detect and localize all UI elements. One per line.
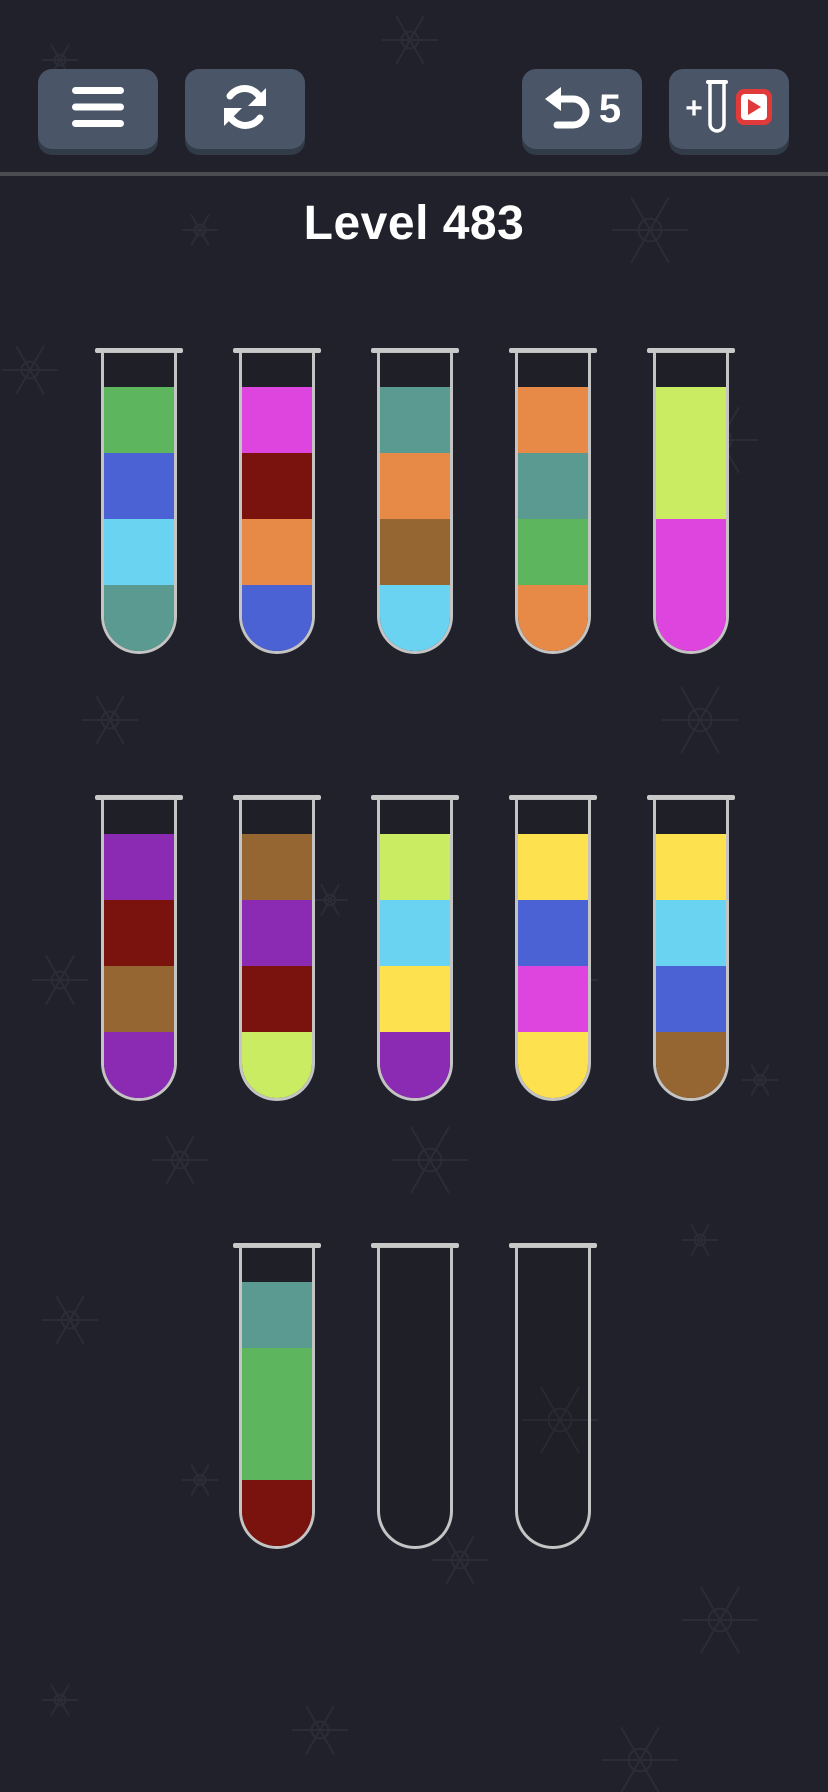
header-divider [0,172,828,176]
tube-glass [377,1247,453,1549]
liquid-segment-green [242,1414,312,1480]
tube-glass [239,352,315,654]
tube-glass [515,352,591,654]
liquid-segment-lime [656,387,726,453]
tube-glass [239,799,315,1101]
tube-8[interactable] [371,795,459,1101]
liquid-segment-yellow [518,1032,588,1098]
level-title: Level 483 [303,197,525,250]
liquid-segment-yellow [656,834,726,900]
tube-4[interactable] [509,348,597,654]
liquid-segment-yellow [380,966,450,1032]
undo-count: 5 [598,86,622,131]
liquid-segment-orange [380,453,450,519]
liquid-segment-teal [242,1282,312,1348]
liquid-segment-magenta [518,966,588,1032]
tube-12[interactable] [371,1243,459,1549]
liquid-segment-light-blue [104,519,174,585]
liquid-segment-brown [380,519,450,585]
liquid-stack [518,387,588,651]
video-ad-play-icon [735,88,773,131]
liquid-segment-lime [656,453,726,519]
game-screen: 5 + Level 483 [0,0,828,1792]
tube-1[interactable] [95,348,183,654]
tube-glass [101,352,177,654]
liquid-segment-green [242,1348,312,1414]
liquid-stack [380,834,450,1098]
tube-glass [515,799,591,1101]
liquid-segment-orange [242,519,312,585]
liquid-segment-blue [104,453,174,519]
plus-label: + [685,92,703,125]
liquid-segment-brown [242,834,312,900]
liquid-stack [656,834,726,1098]
liquid-stack [242,834,312,1098]
liquid-segment-orange [518,585,588,651]
tube-glass [515,1247,591,1549]
liquid-segment-brown [104,966,174,1032]
liquid-segment-light-blue [380,900,450,966]
restart-button[interactable] [185,69,305,149]
liquid-segment-dark-red [242,453,312,519]
tube-5[interactable] [647,348,735,654]
test-tube-icon [705,78,729,141]
tube-glass [377,352,453,654]
tube-3[interactable] [371,348,459,654]
liquid-segment-dark-red [242,966,312,1032]
restart-arrows-icon [218,80,272,139]
liquid-segment-teal [380,387,450,453]
tube-11[interactable] [233,1243,321,1549]
undo-arrow-icon [543,83,593,136]
tube-glass [653,352,729,654]
liquid-segment-light-blue [380,585,450,651]
liquid-segment-brown [656,1032,726,1098]
hamburger-menu-icon [70,85,126,134]
liquid-stack [242,1282,312,1546]
tube-7[interactable] [233,795,321,1101]
tube-10[interactable] [647,795,735,1101]
liquid-stack [242,387,312,651]
liquid-segment-purple [104,1032,174,1098]
tube-glass [239,1247,315,1549]
liquid-segment-blue [242,585,312,651]
tube-2[interactable] [233,348,321,654]
liquid-segment-blue [656,966,726,1032]
tube-13[interactable] [509,1243,597,1549]
liquid-segment-green [518,519,588,585]
liquid-segment-magenta [656,519,726,585]
liquid-segment-dark-red [104,900,174,966]
undo-button[interactable]: 5 [522,69,642,149]
add-tube-button[interactable]: + [669,69,789,149]
liquid-segment-teal [104,585,174,651]
liquid-segment-magenta [242,387,312,453]
liquid-segment-magenta [656,585,726,651]
liquid-segment-purple [380,1032,450,1098]
liquid-stack [104,834,174,1098]
liquid-segment-light-blue [656,900,726,966]
liquid-stack [380,387,450,651]
tube-glass [377,799,453,1101]
liquid-segment-orange [518,387,588,453]
liquid-segment-dark-red [242,1480,312,1546]
liquid-segment-purple [242,900,312,966]
liquid-segment-yellow [518,834,588,900]
liquid-stack [518,834,588,1098]
liquid-segment-lime [242,1032,312,1098]
liquid-segment-green [104,387,174,453]
tube-glass [101,799,177,1101]
liquid-segment-lime [380,834,450,900]
menu-button[interactable] [38,69,158,149]
tube-9[interactable] [509,795,597,1101]
liquid-segment-purple [104,834,174,900]
tube-6[interactable] [95,795,183,1101]
tube-glass [653,799,729,1101]
liquid-stack [104,387,174,651]
liquid-stack [656,387,726,651]
liquid-segment-teal [518,453,588,519]
liquid-segment-blue [518,900,588,966]
